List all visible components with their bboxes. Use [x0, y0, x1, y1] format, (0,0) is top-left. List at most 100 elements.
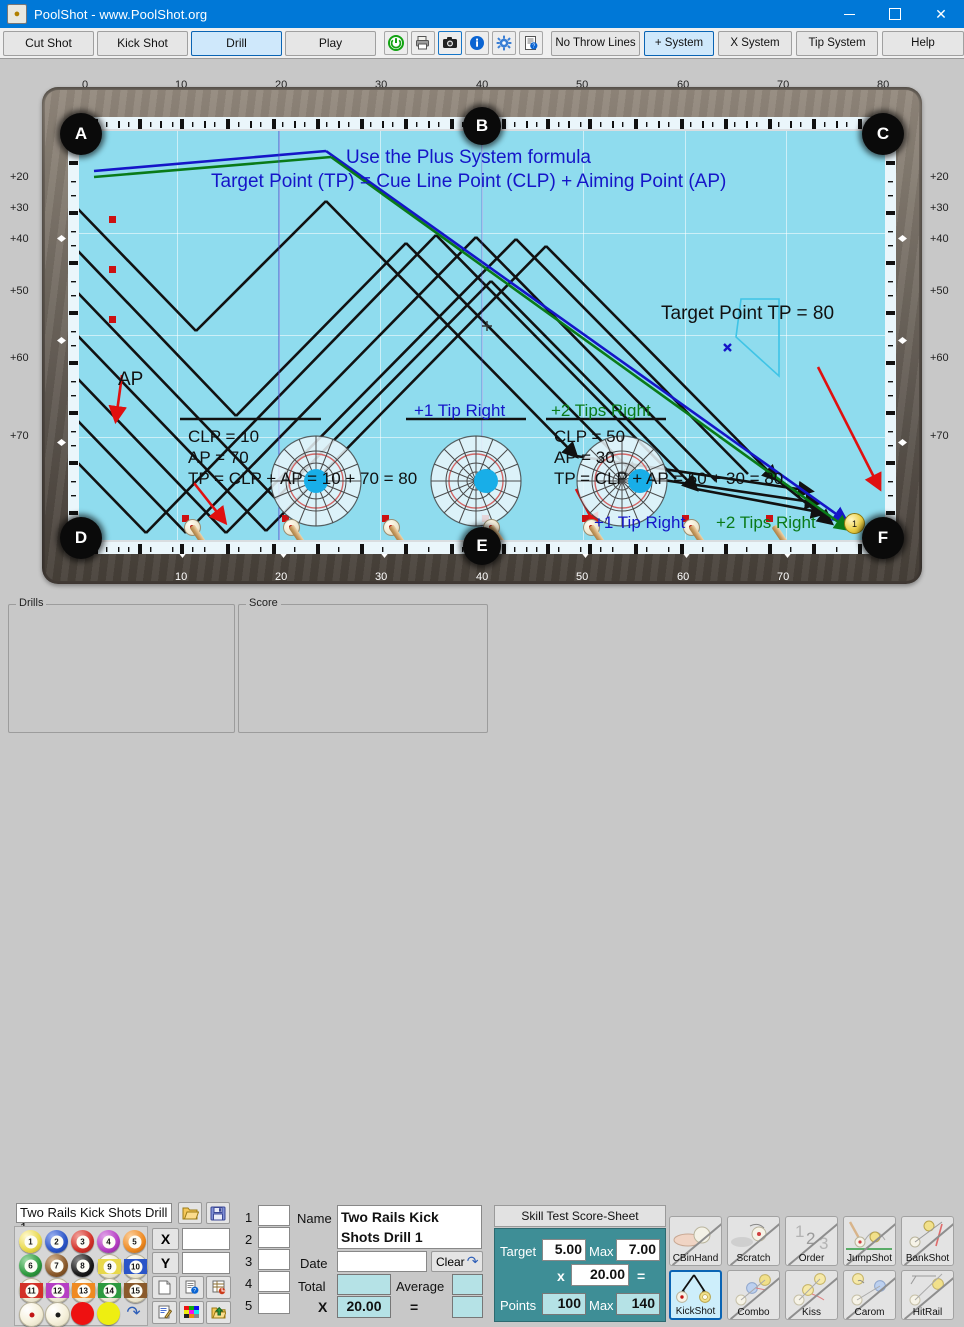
ball-button-2[interactable]: 2 — [45, 1230, 68, 1253]
table-felt[interactable]: 1 Use the Plus System formula Target Poi… — [76, 131, 888, 540]
page-help-icon[interactable]: ? — [179, 1276, 204, 1299]
pool-table-area[interactable]: 0 10 20 30 40 50 60 70 80 +20 +30 +40 +5… — [0, 59, 964, 594]
formula-line-2: Target Point (TP) = Cue Line Point (CLP)… — [211, 171, 727, 192]
cue-ball-red-dot-button[interactable] — [19, 1302, 44, 1327]
pocket-c[interactable]: C — [862, 113, 904, 155]
target-label: Target — [500, 1244, 537, 1259]
jump-shot-button[interactable]: JumpShot — [843, 1216, 896, 1266]
kiss-button[interactable]: Kiss — [785, 1270, 838, 1320]
combo-button[interactable]: Combo — [727, 1270, 780, 1320]
ball-button-1[interactable]: 1 — [19, 1230, 42, 1253]
score-name-input[interactable]: Two Rails Kick Shots Drill 1 — [337, 1205, 482, 1249]
multiplier-input[interactable]: 20.00 — [337, 1296, 391, 1318]
carom-button[interactable]: Carom — [843, 1270, 896, 1320]
score-row-input-5[interactable] — [258, 1293, 290, 1314]
hit-rail-button[interactable]: HitRail — [901, 1270, 954, 1320]
score-row-label-3: 3 — [245, 1254, 253, 1269]
tab-help[interactable]: Help — [882, 30, 964, 56]
open-export-icon[interactable] — [206, 1301, 231, 1324]
ball-button-5[interactable]: 5 — [123, 1230, 146, 1253]
drill-name-input[interactable]: Two Rails Kick Shots Drill 1 — [16, 1203, 172, 1235]
close-button[interactable]: ✕ — [918, 0, 964, 28]
ball-button-15[interactable]: 15 — [123, 1278, 148, 1303]
tab-tip-system[interactable]: Tip System — [796, 30, 878, 56]
left-tp-line: TP = CLP + AP = 10 + 70 = 80 — [188, 469, 418, 488]
red-ball-button[interactable] — [71, 1302, 94, 1325]
table-report-icon[interactable] — [206, 1276, 231, 1299]
skill-test-header: Skill Test Score-Sheet — [494, 1205, 666, 1227]
ball-button-7[interactable]: 7 — [45, 1254, 68, 1277]
score-row-input-3[interactable] — [258, 1249, 290, 1270]
cushion-ticks-left — [68, 137, 79, 533]
power-icon[interactable] — [384, 31, 408, 55]
ball-number: 15 — [129, 1284, 142, 1297]
target-value[interactable]: 5.00 — [542, 1239, 586, 1261]
scratch-button[interactable]: Scratch — [727, 1216, 780, 1266]
settings-gear-icon[interactable] — [492, 31, 516, 55]
pocket-f[interactable]: F — [862, 517, 904, 559]
ball-button-10[interactable]: 10 — [123, 1254, 148, 1279]
points-max-label: Max — [589, 1298, 614, 1313]
bottom-scale-50: 50 — [576, 571, 589, 583]
printer-icon[interactable] — [411, 31, 435, 55]
tip2-upper-label: +2 Tips Right — [551, 401, 651, 420]
aim-target-1[interactable] — [428, 433, 524, 529]
ball-button-9[interactable]: 9 — [97, 1254, 122, 1279]
bank-shot-button[interactable]: BankShot — [901, 1216, 954, 1266]
tab-cut-shot[interactable]: Cut Shot — [3, 30, 94, 56]
score-date-input[interactable] — [337, 1251, 427, 1272]
score-row-input-1[interactable] — [258, 1205, 290, 1226]
svg-text:?: ? — [532, 44, 535, 50]
save-disk-icon[interactable] — [206, 1202, 230, 1224]
new-page-icon[interactable] — [152, 1276, 177, 1299]
yellow-ball-button[interactable] — [97, 1302, 120, 1325]
clear-button[interactable]: Clear ↷ — [431, 1251, 483, 1272]
pool-table[interactable]: 1 Use the Plus System formula Target Poi… — [42, 87, 922, 584]
tab-no-throw-lines[interactable]: No Throw Lines — [551, 30, 640, 56]
toolbar-icon-group: ? — [384, 31, 543, 55]
tip1-lower-label: +1 Tip Right — [594, 513, 686, 532]
score-row-input-2[interactable] — [258, 1227, 290, 1248]
info-icon[interactable] — [465, 31, 489, 55]
right-tp-line: TP = CLP + AP = 50 + 30 = 80 — [554, 469, 784, 488]
open-folder-icon[interactable] — [178, 1202, 202, 1224]
target-ball-1[interactable]: 1 — [844, 513, 865, 534]
color-palette-icon[interactable] — [179, 1301, 204, 1324]
ball-button-14[interactable]: 14 — [97, 1278, 122, 1303]
pocket-b[interactable]: B — [463, 107, 501, 145]
minimize-button[interactable] — [826, 0, 872, 28]
cue-ball-black-dot-button[interactable] — [45, 1302, 70, 1327]
ball-button-12[interactable]: 12 — [45, 1278, 70, 1303]
tab-kick-shot[interactable]: Kick Shot — [97, 30, 188, 56]
ball-number: 6 — [24, 1259, 37, 1272]
tab-play[interactable]: Play — [285, 30, 376, 56]
cue-ball-in-hand-button[interactable]: CBinHand — [669, 1216, 722, 1266]
target-max-value[interactable]: 7.00 — [616, 1239, 660, 1261]
kick-shot-button[interactable]: KickShot — [669, 1270, 722, 1320]
score-row-input-4[interactable] — [258, 1271, 290, 1292]
skill-multiplier-value[interactable]: 20.00 — [571, 1264, 629, 1286]
pocket-a[interactable]: A — [60, 113, 102, 155]
pocket-d[interactable]: D — [60, 517, 102, 559]
undo-arrow-icon[interactable]: ↷ — [121, 1301, 146, 1325]
ball-button-13[interactable]: 13 — [71, 1278, 96, 1303]
tab-plus-system[interactable]: + System — [644, 30, 714, 56]
maximize-button[interactable] — [872, 0, 918, 28]
ball-button-11[interactable]: 11 — [19, 1278, 44, 1303]
cushion-ticks-top-right — [488, 117, 884, 129]
help-document-icon[interactable]: ? — [519, 31, 543, 55]
ball-button-6[interactable]: 6 — [19, 1254, 42, 1277]
x-input[interactable] — [182, 1228, 230, 1250]
ball-button-4[interactable]: 4 — [97, 1230, 120, 1253]
ball-button-3[interactable]: 3 — [71, 1230, 94, 1253]
tab-x-system[interactable]: X System — [718, 30, 792, 56]
pocket-e[interactable]: E — [463, 527, 501, 565]
edit-note-icon[interactable] — [152, 1301, 177, 1324]
table-felt-area[interactable]: 1 Use the Plus System formula Target Poi… — [76, 131, 888, 540]
y-input[interactable] — [182, 1252, 230, 1274]
order-button[interactable]: 123 Order — [785, 1216, 838, 1266]
right-scale-30: +30 — [930, 202, 949, 214]
camera-icon[interactable] — [438, 31, 462, 55]
ball-button-8[interactable]: 8 — [71, 1254, 94, 1277]
tab-drill[interactable]: Drill — [191, 30, 282, 56]
